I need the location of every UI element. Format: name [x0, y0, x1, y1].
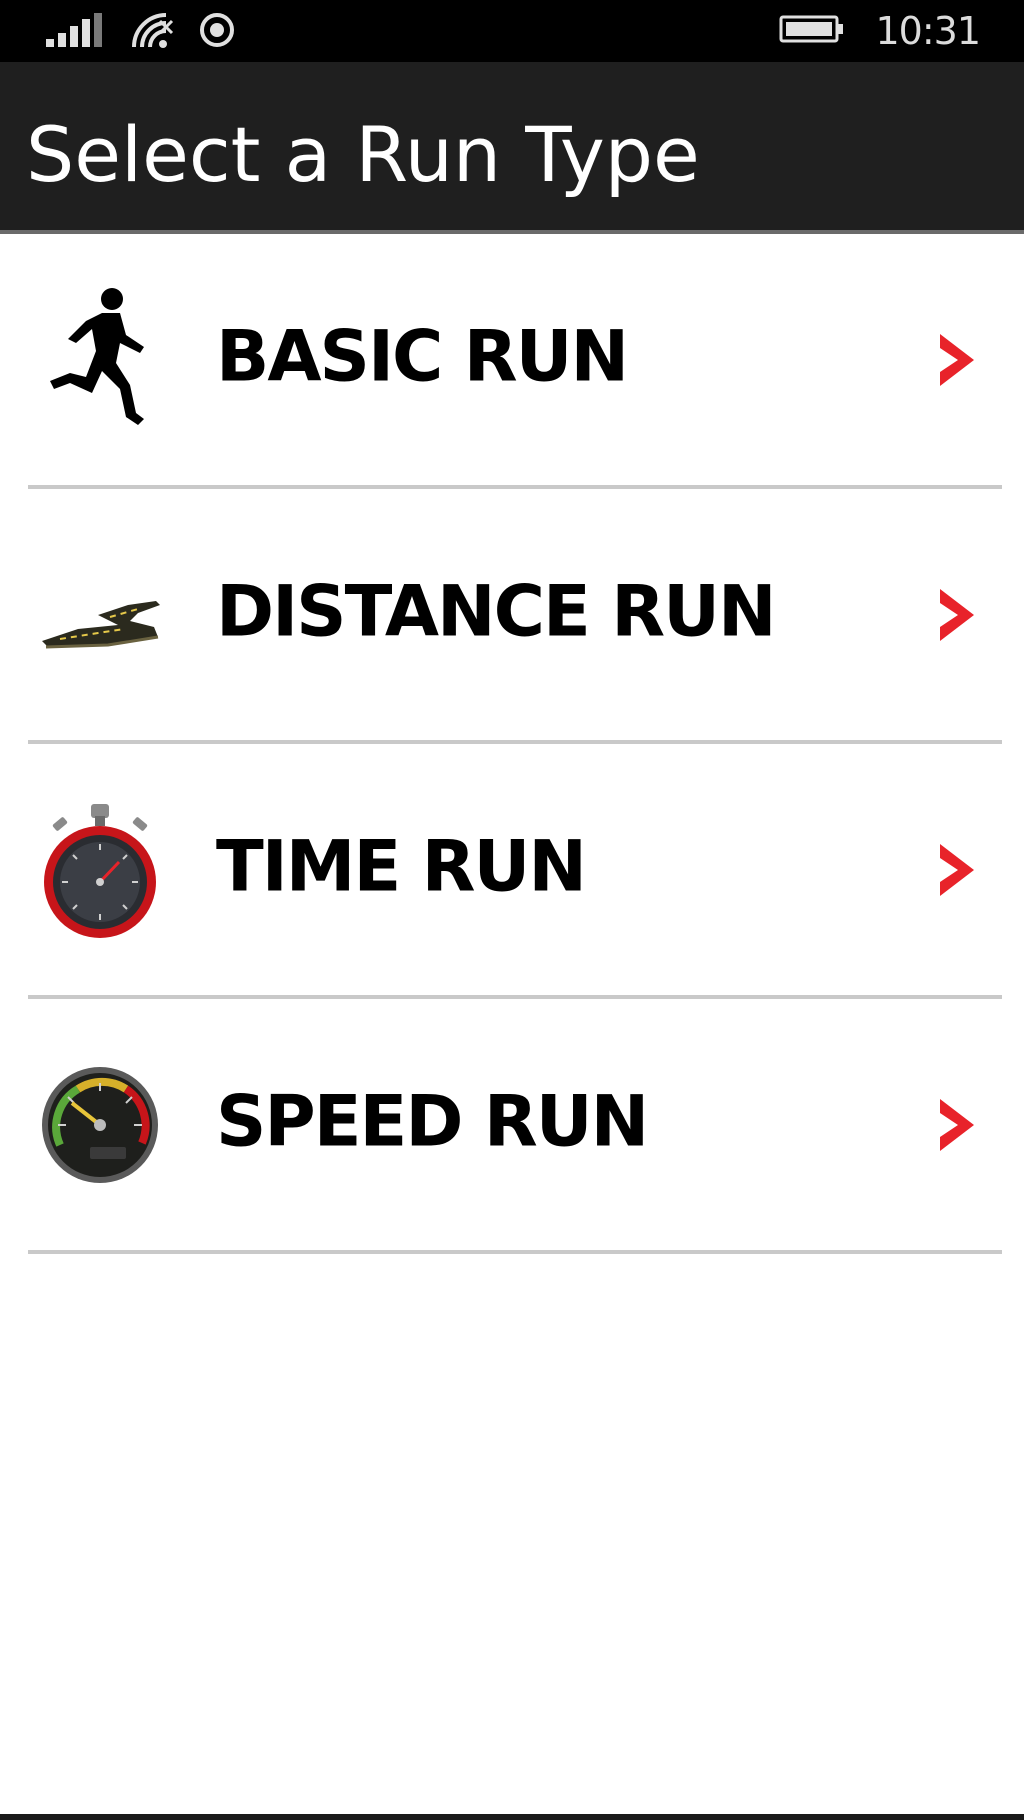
bottom-edge [0, 1814, 1024, 1820]
signal-icon [46, 13, 106, 51]
status-time: 10:31 [875, 9, 981, 53]
chevron-right-icon [934, 840, 978, 900]
run-type-time[interactable]: TIME RUN [0, 744, 1024, 995]
battery-icon [779, 14, 845, 48]
stopwatch-icon [30, 795, 170, 945]
run-type-label: SPEED RUN [216, 1080, 649, 1163]
run-type-label: BASIC RUN [216, 315, 629, 398]
run-type-label: DISTANCE RUN [216, 570, 777, 653]
page-title: Select a Run Type [26, 110, 700, 199]
title-bar: Select a Run Type [0, 62, 1024, 234]
chevron-right-icon [934, 585, 978, 645]
road-icon [30, 540, 170, 690]
location-icon [198, 11, 236, 53]
chevron-right-icon [934, 1095, 978, 1155]
wifi-icon [130, 11, 174, 53]
runner-icon [30, 285, 170, 435]
run-type-speed[interactable]: SPEED RUN [0, 999, 1024, 1250]
status-bar-right: 10:31 [779, 8, 981, 54]
run-type-distance[interactable]: DISTANCE RUN [0, 489, 1024, 740]
speedometer-icon [30, 1050, 170, 1200]
run-type-label: TIME RUN [216, 825, 587, 908]
run-type-list: BASIC RUN DISTANCE RUN TIME RUN SPEED RU… [0, 234, 1024, 1254]
chevron-right-icon [934, 330, 978, 390]
divider [28, 1250, 1002, 1254]
run-type-basic[interactable]: BASIC RUN [0, 234, 1024, 485]
status-bar-left [46, 12, 236, 52]
status-bar: 10:31 [0, 0, 1024, 62]
